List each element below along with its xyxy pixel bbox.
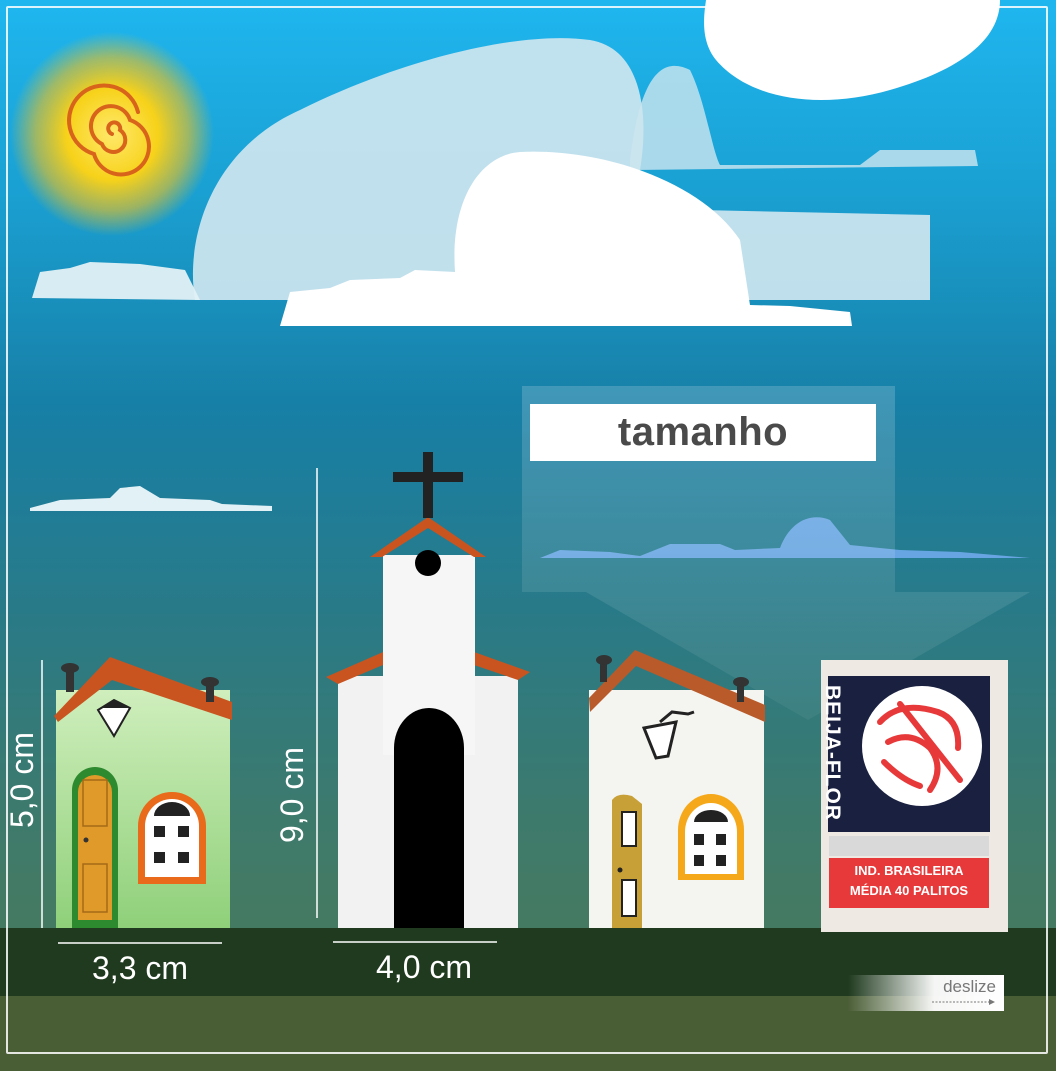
church-width-label: 4,0 cm bbox=[376, 949, 473, 985]
house-window-2 bbox=[678, 794, 744, 880]
matchbox-line1: IND. BRASILEIRA bbox=[854, 863, 964, 878]
matchbox-brand: BEIJA-FLOR bbox=[821, 685, 844, 821]
background-art bbox=[0, 0, 1056, 1071]
arrow-right-icon bbox=[932, 999, 995, 1005]
white-house bbox=[589, 650, 765, 928]
title-label: tamanho bbox=[530, 404, 876, 461]
cloud-small-left bbox=[30, 486, 272, 511]
house-window bbox=[138, 792, 206, 884]
matchbox-line2: MÉDIA 40 PALITOS bbox=[849, 883, 969, 898]
swipe-hint[interactable]: deslize bbox=[848, 975, 1004, 1011]
house-width-label: 3,3 cm bbox=[92, 950, 189, 986]
cross-icon bbox=[393, 452, 463, 518]
church bbox=[326, 452, 530, 928]
house-height-label: 5,0 cm bbox=[4, 731, 40, 829]
church-height-label: 9,0 cm bbox=[274, 746, 310, 844]
scene: tamanho 5,0 cm 3,3 cm 9,0 cm 4,0 cm BEIJ… bbox=[0, 0, 1056, 1071]
green-house bbox=[54, 657, 232, 928]
sun-icon bbox=[10, 32, 214, 236]
swipe-hint-label: deslize bbox=[943, 977, 996, 996]
cloud-top-right bbox=[704, 0, 1000, 100]
